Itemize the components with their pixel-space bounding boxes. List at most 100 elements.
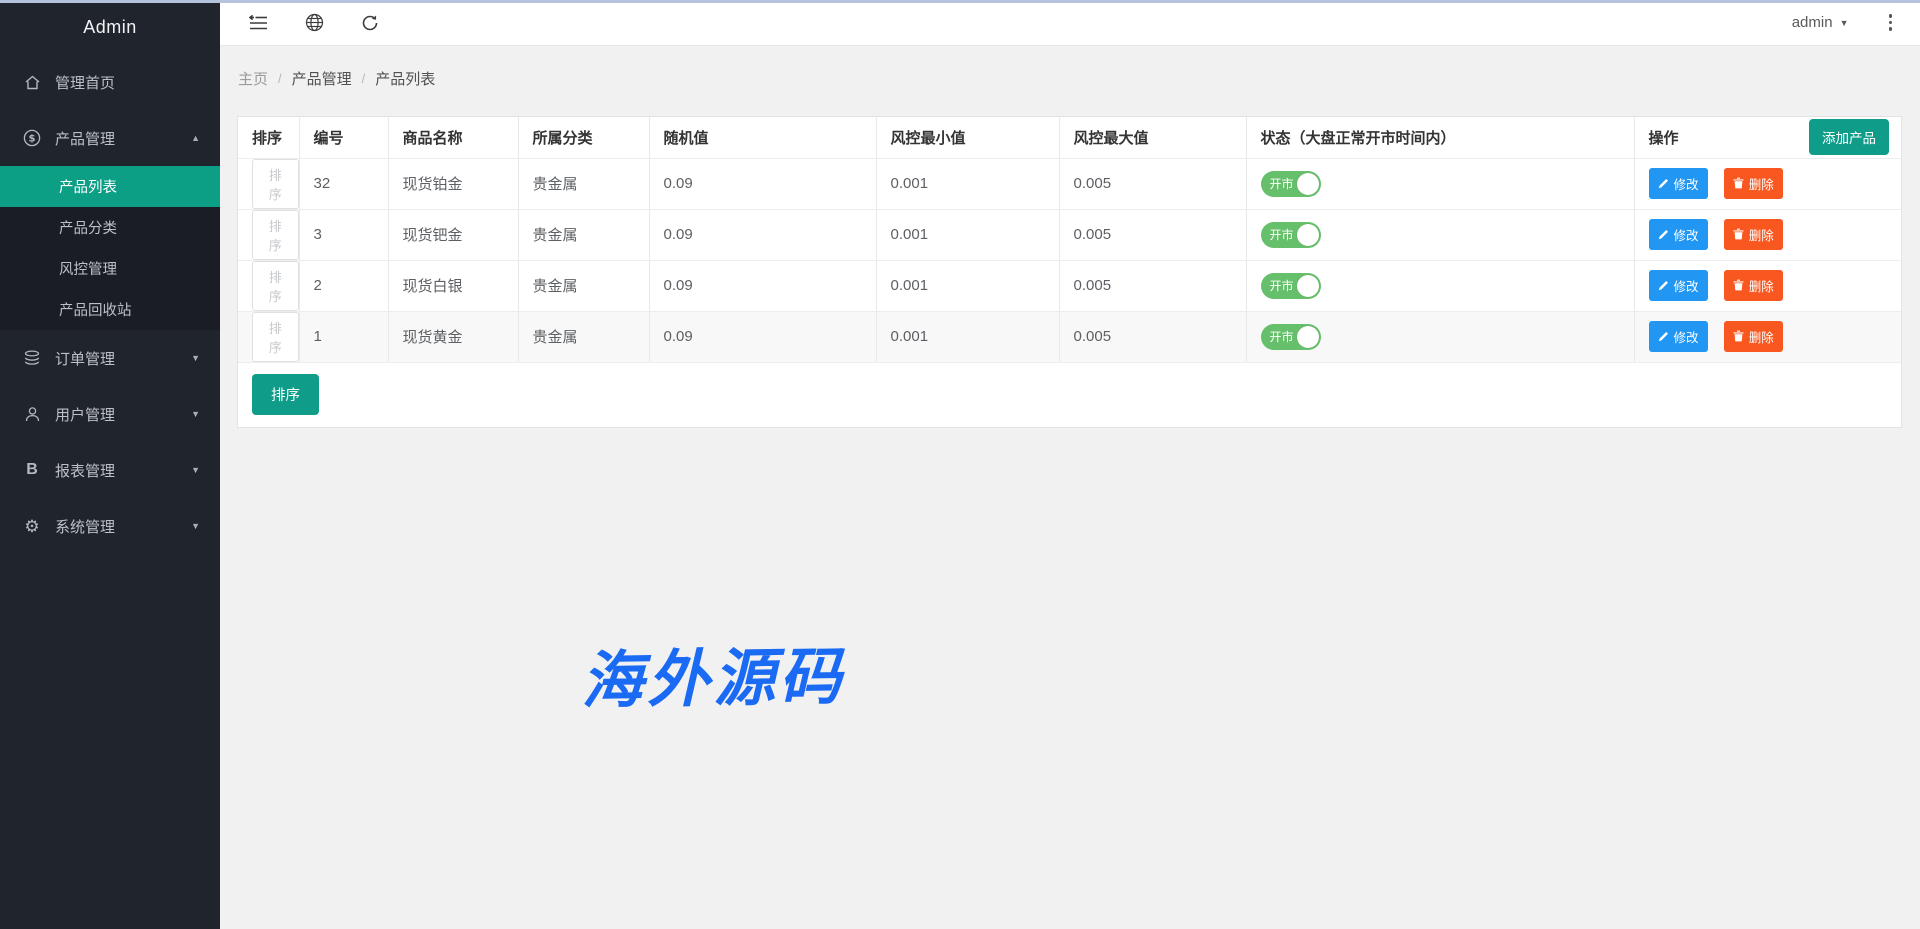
caret-down-icon: ▼ bbox=[1840, 18, 1849, 28]
cell-random: 0.09 bbox=[649, 311, 876, 362]
cell-category: 贵金属 bbox=[518, 158, 649, 209]
breadcrumb-separator: / bbox=[362, 71, 366, 86]
col-header-actions: 操作 添加产品 bbox=[1634, 117, 1901, 158]
sidebar-item-risk-management[interactable]: 风控管理 bbox=[0, 248, 220, 289]
toggle-knob bbox=[1297, 326, 1319, 348]
status-toggle[interactable]: 开市 bbox=[1261, 171, 1321, 197]
window-top-strip bbox=[0, 0, 1920, 3]
breadcrumb-home[interactable]: 主页 bbox=[238, 68, 268, 89]
cell-category: 贵金属 bbox=[518, 209, 649, 260]
cell-random: 0.09 bbox=[649, 209, 876, 260]
toggle-knob bbox=[1297, 275, 1319, 297]
table-row: 排序 2 现货白银 贵金属 0.09 0.001 0.005 开市 修改 删除 bbox=[238, 260, 1901, 311]
table-header-row: 排序 编号 商品名称 所属分类 随机值 风控最小值 风控最大值 状态（大盘正常开… bbox=[238, 117, 1901, 158]
table-footer: 排序 bbox=[238, 363, 1901, 427]
gear-icon: ⚙ bbox=[22, 516, 42, 536]
edit-button[interactable]: 修改 bbox=[1649, 219, 1708, 250]
edit-button[interactable]: 修改 bbox=[1649, 270, 1708, 301]
sidebar-item-home[interactable]: 管理首页 bbox=[0, 54, 220, 110]
sidebar-item-product-category[interactable]: 产品分类 bbox=[0, 207, 220, 248]
chevron-down-icon: ▼ bbox=[191, 521, 200, 531]
row-sort-button[interactable]: 排序 bbox=[252, 159, 299, 209]
chevron-down-icon: ▼ bbox=[191, 409, 200, 419]
cell-name: 现货黄金 bbox=[388, 311, 518, 362]
col-header-category: 所属分类 bbox=[518, 117, 649, 158]
table-row: 排序 1 现货黄金 贵金属 0.09 0.001 0.005 开市 修改 删除 bbox=[238, 311, 1901, 362]
row-sort-button[interactable]: 排序 bbox=[252, 261, 299, 311]
cell-category: 贵金属 bbox=[518, 260, 649, 311]
cell-id: 2 bbox=[299, 260, 388, 311]
cell-risk-max: 0.005 bbox=[1059, 158, 1246, 209]
toggle-label: 开市 bbox=[1270, 277, 1294, 294]
toggle-label: 开市 bbox=[1270, 175, 1294, 192]
cell-risk-max: 0.005 bbox=[1059, 260, 1246, 311]
toggle-knob bbox=[1297, 224, 1319, 246]
sidebar-item-label: 订单管理 bbox=[55, 348, 183, 369]
sidebar-item-label: 产品管理 bbox=[55, 128, 183, 149]
table-row: 排序 3 现货钯金 贵金属 0.09 0.001 0.005 开市 修改 删除 bbox=[238, 209, 1901, 260]
add-product-button[interactable]: 添加产品 bbox=[1809, 119, 1889, 155]
cell-random: 0.09 bbox=[649, 260, 876, 311]
sidebar-item-products[interactable]: $ 产品管理 ▲ bbox=[0, 110, 220, 166]
sidebar-item-users[interactable]: 用户管理 ▼ bbox=[0, 386, 220, 442]
breadcrumb-product-management[interactable]: 产品管理 bbox=[292, 68, 352, 89]
breadcrumb-separator: / bbox=[278, 71, 282, 86]
sidebar-item-reports[interactable]: B 报表管理 ▼ bbox=[0, 442, 220, 498]
status-toggle[interactable]: 开市 bbox=[1261, 222, 1321, 248]
cell-risk-max: 0.005 bbox=[1059, 209, 1246, 260]
refresh-icon[interactable] bbox=[359, 12, 381, 34]
chevron-down-icon: ▼ bbox=[191, 465, 200, 475]
cell-risk-min: 0.001 bbox=[876, 158, 1059, 209]
bulk-sort-button[interactable]: 排序 bbox=[252, 374, 319, 415]
submenu-item-label: 产品分类 bbox=[59, 217, 117, 238]
more-options-icon[interactable] bbox=[1885, 10, 1897, 35]
sidebar-item-label: 管理首页 bbox=[55, 72, 200, 93]
sidebar-item-label: 报表管理 bbox=[55, 460, 183, 481]
cell-name: 现货铂金 bbox=[388, 158, 518, 209]
username: admin bbox=[1792, 14, 1833, 31]
globe-icon[interactable] bbox=[303, 12, 325, 34]
user-dropdown[interactable]: admin ▼ bbox=[1792, 14, 1849, 31]
submenu-item-label: 产品列表 bbox=[59, 176, 117, 197]
app-title: Admin bbox=[0, 0, 220, 54]
status-toggle[interactable]: 开市 bbox=[1261, 273, 1321, 299]
toggle-knob bbox=[1297, 173, 1319, 195]
cell-name: 现货钯金 bbox=[388, 209, 518, 260]
delete-button[interactable]: 删除 bbox=[1724, 219, 1783, 250]
toggle-label: 开市 bbox=[1270, 328, 1294, 345]
delete-label: 删除 bbox=[1749, 225, 1774, 244]
products-submenu: 产品列表 产品分类 风控管理 产品回收站 bbox=[0, 166, 220, 330]
delete-button[interactable]: 删除 bbox=[1724, 168, 1783, 199]
col-header-random: 随机值 bbox=[649, 117, 876, 158]
row-sort-button[interactable]: 排序 bbox=[252, 210, 299, 260]
sidebar-item-orders[interactable]: 订单管理 ▼ bbox=[0, 330, 220, 386]
sidebar-item-label: 系统管理 bbox=[55, 516, 183, 537]
delete-button[interactable]: 删除 bbox=[1724, 270, 1783, 301]
delete-label: 删除 bbox=[1749, 174, 1774, 193]
cell-id: 1 bbox=[299, 311, 388, 362]
cell-risk-max: 0.005 bbox=[1059, 311, 1246, 362]
main-area: admin ▼ 主页 / 产品管理 / 产品列表 排序 编号 商品名称 所属分类 bbox=[220, 0, 1920, 929]
row-sort-button[interactable]: 排序 bbox=[252, 312, 299, 362]
submenu-item-label: 风控管理 bbox=[59, 258, 117, 279]
edit-label: 修改 bbox=[1674, 225, 1699, 244]
actions-label: 操作 bbox=[1649, 127, 1679, 148]
sidebar-item-product-list[interactable]: 产品列表 bbox=[0, 166, 220, 207]
dollar-circle-icon: $ bbox=[22, 128, 42, 148]
table-row: 排序 32 现货铂金 贵金属 0.09 0.001 0.005 开市 修改 删除 bbox=[238, 158, 1901, 209]
edit-button[interactable]: 修改 bbox=[1649, 321, 1708, 352]
col-header-sort: 排序 bbox=[238, 117, 299, 158]
breadcrumb-current: 产品列表 bbox=[375, 68, 435, 89]
edit-label: 修改 bbox=[1674, 276, 1699, 295]
home-icon bbox=[22, 72, 42, 92]
status-toggle[interactable]: 开市 bbox=[1261, 324, 1321, 350]
cell-category: 贵金属 bbox=[518, 311, 649, 362]
edit-button[interactable]: 修改 bbox=[1649, 168, 1708, 199]
cell-id: 3 bbox=[299, 209, 388, 260]
sidebar-collapse-icon[interactable] bbox=[247, 12, 269, 34]
chevron-down-icon: ▼ bbox=[191, 353, 200, 363]
sidebar-item-product-recycle[interactable]: 产品回收站 bbox=[0, 289, 220, 330]
delete-button[interactable]: 删除 bbox=[1724, 321, 1783, 352]
sidebar-item-system[interactable]: ⚙ 系统管理 ▼ bbox=[0, 498, 220, 554]
col-header-id: 编号 bbox=[299, 117, 388, 158]
